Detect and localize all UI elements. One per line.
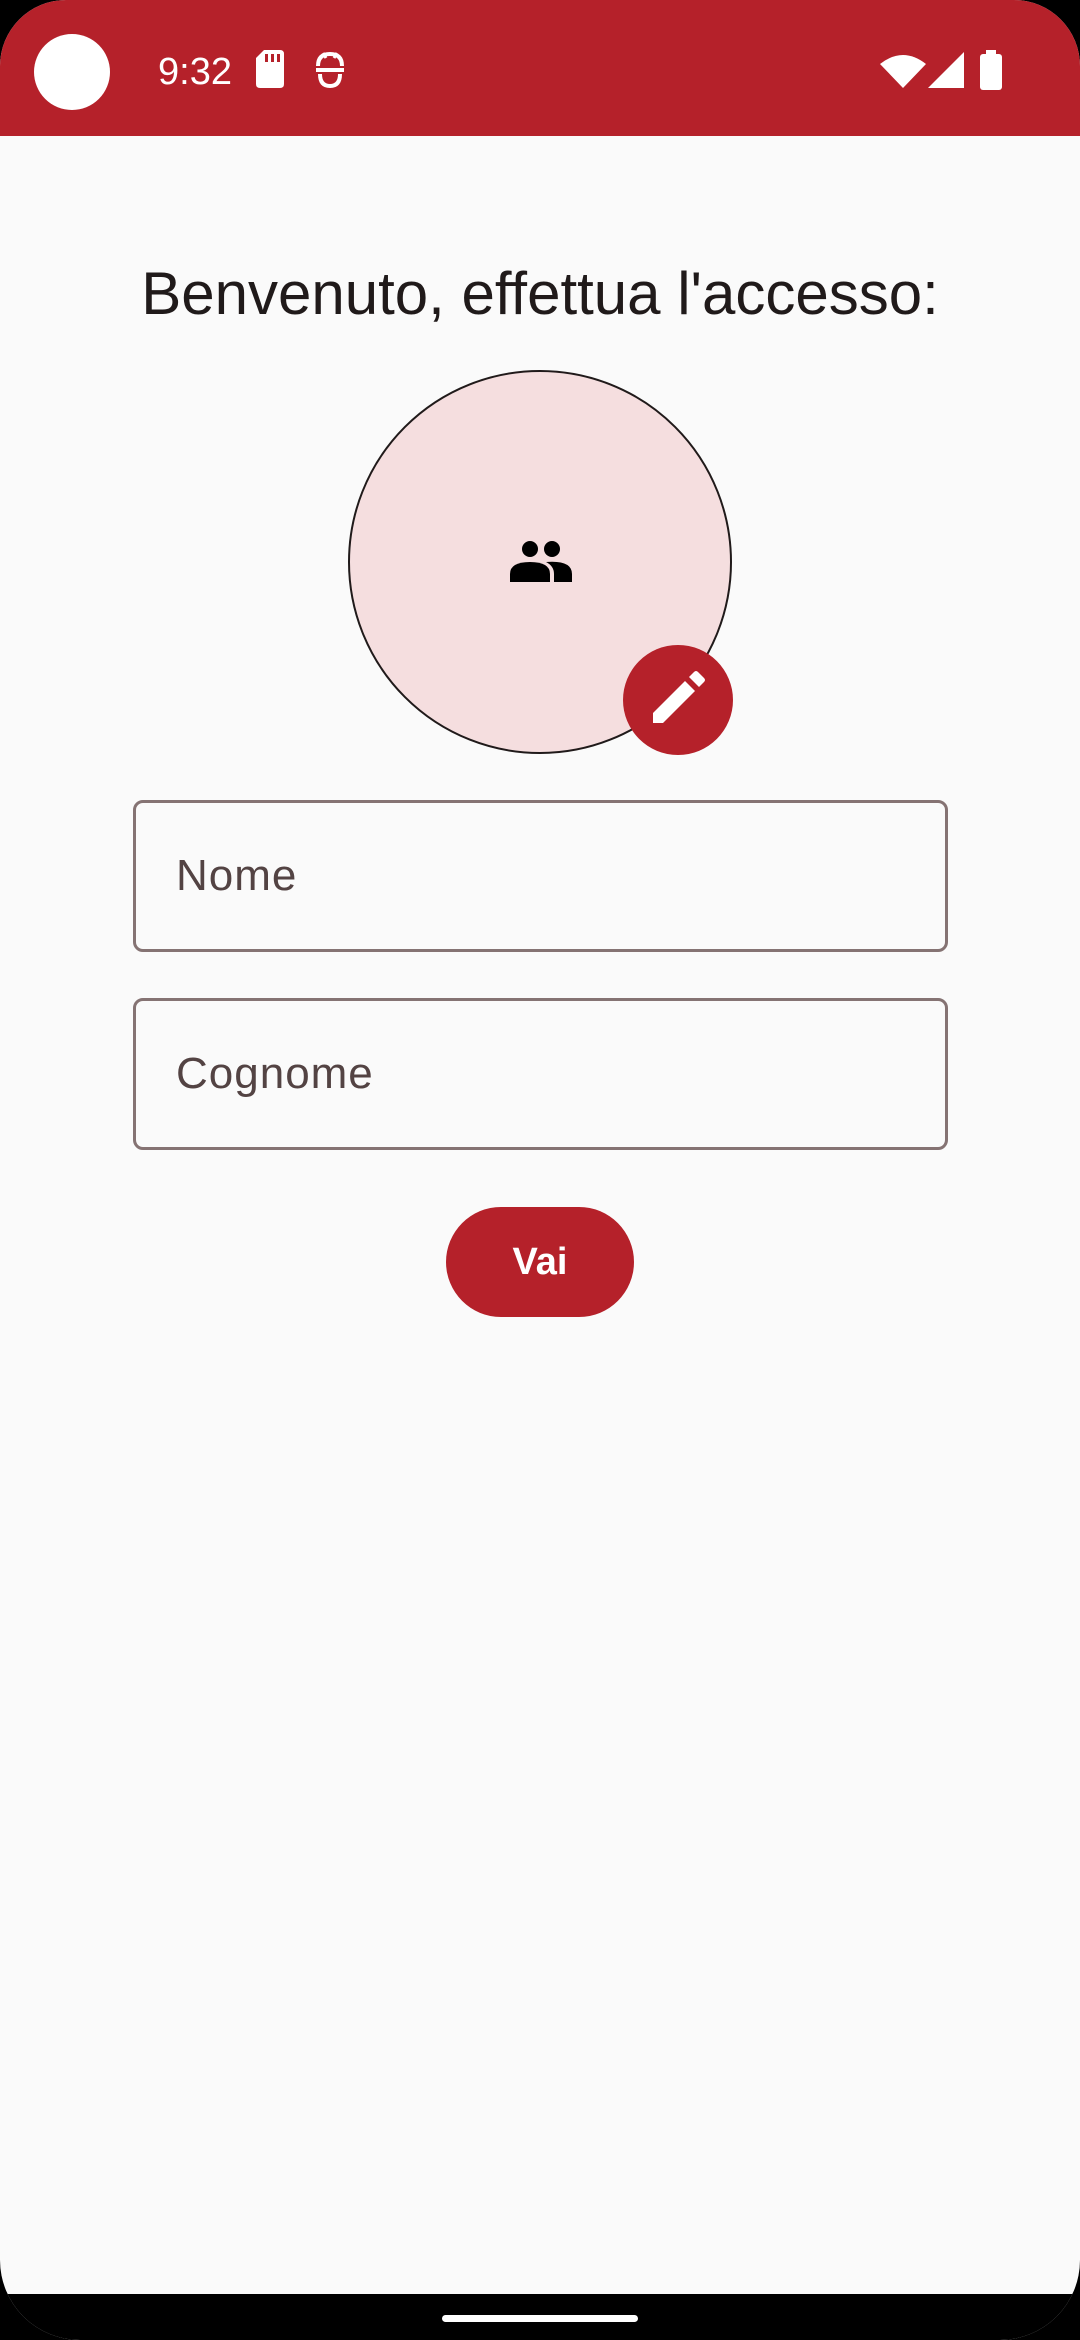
page-title: Benvenuto, effettua l'accesso: [141, 260, 939, 327]
debug-icon [314, 51, 346, 93]
signal-icon [928, 52, 964, 93]
sd-card-icon [256, 50, 284, 93]
edit-avatar-button[interactable] [623, 645, 733, 755]
first-name-input[interactable] [176, 803, 906, 949]
last-name-input[interactable] [176, 1001, 906, 1147]
status-time: 9:32 [158, 51, 232, 93]
pencil-icon [651, 670, 705, 730]
home-gesture-handle[interactable] [442, 2315, 638, 2322]
login-screen: Benvenuto, effettua l'accesso: Nome Cogn… [0, 136, 1080, 2296]
app-screen: 9:32 Benvenuto, effettua l'accesso: Nome… [0, 0, 1080, 2340]
people-icon [510, 540, 572, 587]
last-name-field[interactable] [133, 998, 948, 1150]
wifi-icon [880, 54, 926, 93]
battery-icon [980, 50, 1002, 95]
camera-cutout [34, 34, 110, 110]
first-name-field[interactable] [133, 800, 948, 952]
submit-button[interactable]: Vai [446, 1207, 634, 1317]
status-bar: 9:32 [0, 0, 1080, 136]
